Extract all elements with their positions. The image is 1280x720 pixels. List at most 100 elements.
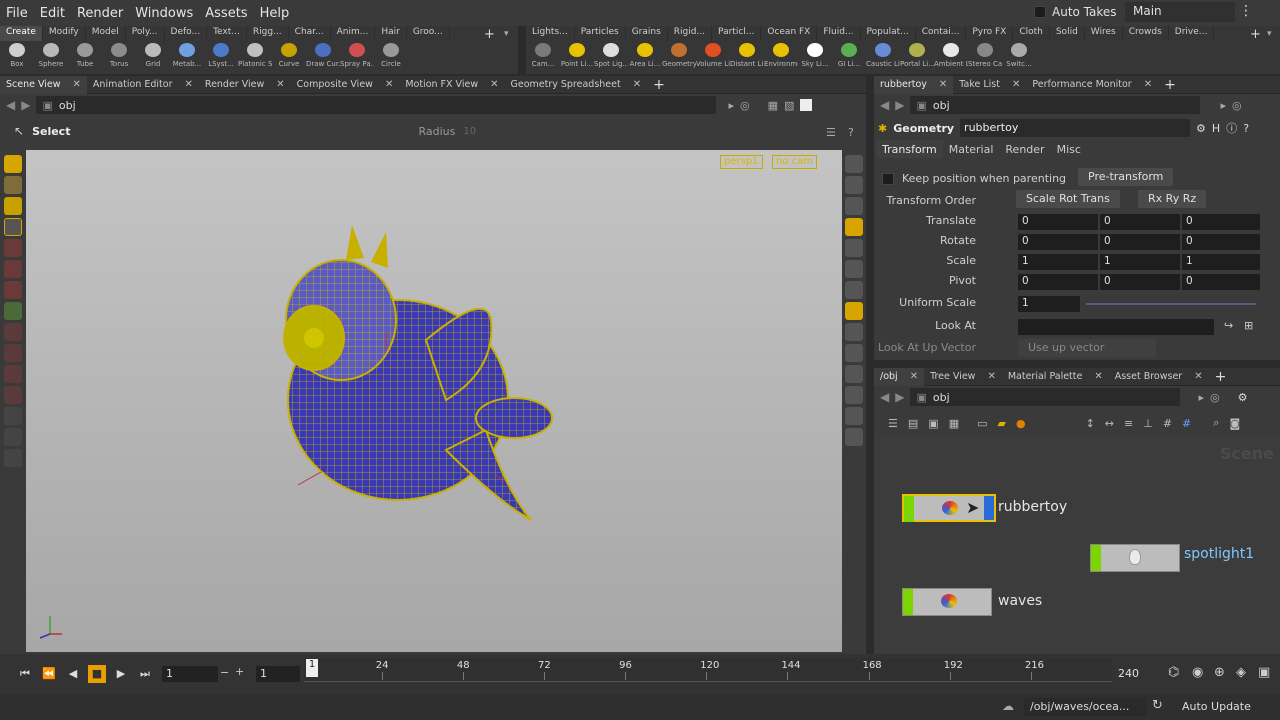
scale-y[interactable]: 1 bbox=[1100, 254, 1180, 270]
shelf-tool-ambient-li[interactable]: Ambient Li... bbox=[934, 41, 968, 74]
tab-tree-view[interactable]: Tree View ✕ bbox=[924, 368, 1002, 386]
shelf-tool-stereo-cam[interactable]: Stereo Cam... bbox=[968, 41, 1002, 74]
node-spotlight1[interactable] bbox=[1090, 544, 1180, 572]
shelf-tool-caustic-lig[interactable]: Caustic Lig... bbox=[866, 41, 900, 74]
stop-icon[interactable]: ■ bbox=[88, 665, 106, 683]
tab-composite-view[interactable]: Composite View ✕ bbox=[291, 76, 400, 94]
playhead-marker[interactable]: 1 bbox=[306, 659, 318, 677]
shelf-tool-switc[interactable]: Switc... bbox=[1002, 41, 1036, 74]
close-icon[interactable]: ✕ bbox=[73, 79, 81, 90]
close-icon[interactable]: ✕ bbox=[1012, 79, 1020, 90]
shelf-tab-model[interactable]: Model bbox=[86, 26, 126, 41]
menu-edit[interactable]: Edit bbox=[34, 6, 71, 21]
tab-render-view[interactable]: Render View ✕ bbox=[199, 76, 291, 94]
forward-arrow-icon[interactable]: ▶ bbox=[21, 98, 30, 112]
auto-takes-toggle[interactable]: Auto Takes bbox=[1034, 5, 1117, 19]
tab-material-palette[interactable]: Material Palette ✕ bbox=[1002, 368, 1109, 386]
visibility-icon[interactable] bbox=[4, 449, 22, 467]
auto-update-menu[interactable]: Auto Update bbox=[1172, 698, 1272, 716]
shelf-tool-spray-pa[interactable]: Spray Pa... bbox=[340, 41, 374, 74]
close-icon[interactable]: ✕ bbox=[385, 79, 393, 90]
add-tab-icon[interactable]: + bbox=[1209, 369, 1233, 385]
shelf-tool-tube[interactable]: Tube bbox=[68, 41, 102, 74]
distribute-icon[interactable]: ≡ bbox=[1124, 417, 1133, 430]
desktop-selector[interactable]: Main bbox=[1125, 2, 1235, 22]
shelf-tab-solid[interactable]: Solid bbox=[1050, 26, 1085, 41]
close-icon[interactable]: ✕ bbox=[939, 79, 947, 90]
shelf-tab-particles[interactable]: Particles bbox=[575, 26, 626, 41]
add-tab-icon[interactable]: + bbox=[1158, 77, 1182, 93]
frame-increment-icon[interactable]: + bbox=[235, 665, 244, 678]
close-icon[interactable]: ✕ bbox=[910, 371, 918, 382]
rotate-tool-icon[interactable] bbox=[4, 239, 22, 257]
network-back-icon[interactable]: ◀ bbox=[880, 390, 889, 404]
jump-start-icon[interactable]: ⏮ bbox=[16, 665, 34, 683]
rubbertoy-model[interactable] bbox=[26, 150, 842, 652]
end-frame-field[interactable]: 240 bbox=[1114, 666, 1156, 682]
shelf-tool-grid[interactable]: Grid bbox=[136, 41, 170, 74]
help-icon[interactable]: ? bbox=[848, 126, 854, 139]
shelf-tab-populat[interactable]: Populat... bbox=[861, 26, 916, 41]
number-icon[interactable] bbox=[845, 365, 863, 383]
shelf-tab-cloth[interactable]: Cloth bbox=[1013, 26, 1050, 41]
shelf-tool-volume-li[interactable]: Volume Li... bbox=[696, 41, 730, 74]
shelf-tool-box[interactable]: Box bbox=[0, 41, 34, 74]
play-reverse-icon[interactable]: ◀ bbox=[64, 665, 82, 683]
audio-icon[interactable]: ⌬ bbox=[1168, 665, 1179, 680]
node-render-flag[interactable] bbox=[984, 496, 994, 520]
shelf-right-menu-icon[interactable]: ▾ bbox=[1267, 29, 1272, 39]
node-waves[interactable] bbox=[902, 588, 992, 616]
branch-icon[interactable]: ⊥ bbox=[1143, 417, 1153, 430]
tab-scene-view[interactable]: Scene View ✕ bbox=[0, 75, 87, 94]
settings-gear-icon[interactable]: ⚙ bbox=[1196, 122, 1206, 135]
node-rubbertoy[interactable] bbox=[902, 494, 996, 522]
network-canvas[interactable]: Scene rubbertoy ➤ spotlight1 waves bbox=[874, 438, 1280, 654]
shelf-tool-torus[interactable]: Torus bbox=[102, 41, 136, 74]
shelf-tool-cam[interactable]: Cam... bbox=[526, 41, 560, 74]
layout-icon[interactable]: ↕ bbox=[1086, 417, 1095, 430]
pivot-x[interactable]: 0 bbox=[1018, 274, 1098, 290]
pivot-z[interactable]: 0 bbox=[1182, 274, 1260, 290]
node-label-rubbertoy[interactable]: rubbertoy bbox=[998, 499, 1067, 515]
tree-icon[interactable]: ▤ bbox=[908, 417, 918, 430]
close-icon[interactable]: ✕ bbox=[1194, 371, 1202, 382]
rotate-y[interactable]: 0 bbox=[1100, 234, 1180, 250]
shelf-tool-platonic-sol[interactable]: Platonic Sol... bbox=[238, 41, 272, 74]
snap-points-icon[interactable] bbox=[4, 365, 22, 383]
shelf-tab-create[interactable]: Create bbox=[0, 26, 43, 41]
pin-icon[interactable]: ▸ bbox=[728, 99, 734, 112]
tab-performance-monitor[interactable]: Performance Monitor ✕ bbox=[1026, 76, 1158, 94]
network-link-icon[interactable]: ◎ bbox=[1210, 391, 1220, 404]
palette-icon[interactable]: ● bbox=[1016, 417, 1026, 430]
shelf-tool-area-li[interactable]: Area Li... bbox=[628, 41, 662, 74]
node-name-field[interactable]: rubbertoy bbox=[960, 119, 1191, 137]
list-icon[interactable]: ☰ bbox=[888, 417, 898, 430]
timeline-ruler[interactable]: 1 24 48 72 96 120 144 168 192 216 bbox=[304, 658, 1112, 682]
look-at-up-menu[interactable]: Use up vector bbox=[1018, 339, 1156, 357]
subtab-render[interactable]: Render bbox=[999, 140, 1050, 158]
snap-icon[interactable] bbox=[4, 323, 22, 341]
tab-animation-editor[interactable]: Animation Editor ✕ bbox=[87, 76, 199, 94]
shelf-tab-particl[interactable]: Particl... bbox=[712, 26, 762, 41]
normal-icon[interactable] bbox=[845, 344, 863, 362]
shelf-tool-sky-li[interactable]: Sky Li... bbox=[798, 41, 832, 74]
scale-tool-icon[interactable] bbox=[4, 260, 22, 278]
shelf-menu-icon[interactable]: ▾ bbox=[504, 29, 509, 39]
shelf-tab-ocean-fx[interactable]: Ocean FX bbox=[761, 26, 818, 41]
add-shelf-icon[interactable]: + bbox=[484, 27, 495, 42]
grid-icon[interactable]: ▦ bbox=[949, 417, 959, 430]
params-path-field[interactable]: ▣ obj bbox=[910, 96, 1201, 114]
shelf-tool-spot-lig[interactable]: Spot Lig... bbox=[594, 41, 628, 74]
params-link-icon[interactable]: ◎ bbox=[1232, 99, 1242, 112]
tab-motion-fx-view[interactable]: Motion FX View ✕ bbox=[399, 76, 504, 94]
maximize-icon[interactable] bbox=[800, 99, 813, 111]
shelf-tool-distant-li[interactable]: Distant Li... bbox=[730, 41, 764, 74]
eye-icon[interactable] bbox=[845, 155, 863, 173]
keep-position-checkbox[interactable] bbox=[882, 173, 894, 185]
shelf-tab-groo[interactable]: Groo... bbox=[407, 26, 450, 41]
note-icon[interactable]: ▰ bbox=[998, 417, 1006, 430]
close-icon[interactable]: ✕ bbox=[276, 79, 284, 90]
add-shelf-right-icon[interactable]: + bbox=[1250, 27, 1261, 42]
shelf-tab-defo[interactable]: Defo... bbox=[165, 26, 208, 41]
uniform-scale-field[interactable]: 1 bbox=[1018, 296, 1080, 312]
